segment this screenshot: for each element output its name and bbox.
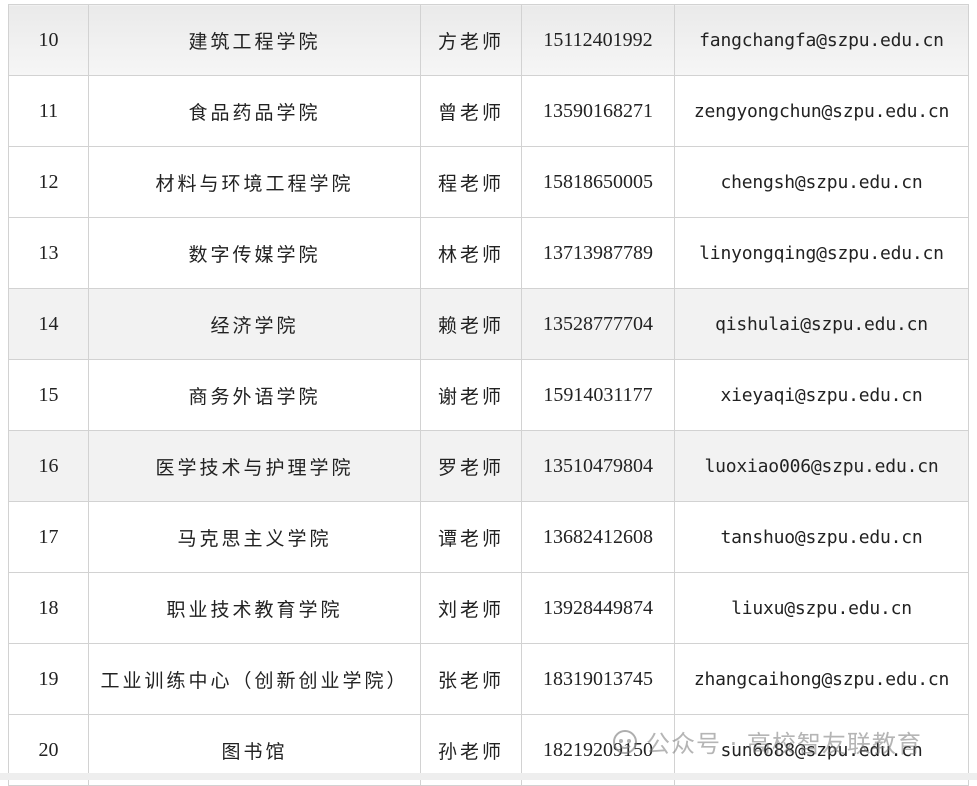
table-row: 19 工业训练中心（创新创业学院） 张老师 18319013745 zhangc…: [8, 643, 969, 715]
email-address: fangchangfa@szpu.edu.cn: [674, 4, 969, 76]
phone-number: 15914031177: [521, 359, 675, 431]
email-address: xieyaqi@szpu.edu.cn: [674, 359, 969, 431]
contact-person: 刘老师: [420, 572, 522, 644]
email-address: liuxu@szpu.edu.cn: [674, 572, 969, 644]
contact-person: 赖老师: [420, 288, 522, 360]
department-name: 职业技术教育学院: [88, 572, 421, 644]
department-name: 建筑工程学院: [88, 4, 421, 76]
department-name: 工业训练中心（创新创业学院）: [88, 643, 421, 715]
contact-table-container: 10 建筑工程学院 方老师 15112401992 fangchangfa@sz…: [8, 4, 969, 786]
table-row: 17 马克思主义学院 谭老师 13682412608 tanshuo@szpu.…: [8, 501, 969, 573]
contact-person: 方老师: [420, 4, 522, 76]
phone-number: 18319013745: [521, 643, 675, 715]
contact-person: 程老师: [420, 146, 522, 218]
phone-number: 13528777704: [521, 288, 675, 360]
row-number: 14: [8, 288, 89, 360]
contact-person: 曾老师: [420, 75, 522, 147]
contact-person: 谢老师: [420, 359, 522, 431]
contact-person: 谭老师: [420, 501, 522, 573]
row-number: 12: [8, 146, 89, 218]
email-address: chengsh@szpu.edu.cn: [674, 146, 969, 218]
email-address: qishulai@szpu.edu.cn: [674, 288, 969, 360]
phone-number: 13510479804: [521, 430, 675, 502]
email-address: linyongqing@szpu.edu.cn: [674, 217, 969, 289]
table-row: 11 食品药品学院 曾老师 13590168271 zengyongchun@s…: [8, 75, 969, 147]
phone-number: 13713987789: [521, 217, 675, 289]
row-number: 10: [8, 4, 89, 76]
contact-person: 林老师: [420, 217, 522, 289]
row-number: 15: [8, 359, 89, 431]
department-name: 数字传媒学院: [88, 217, 421, 289]
row-number: 17: [8, 501, 89, 573]
email-address: zengyongchun@szpu.edu.cn: [674, 75, 969, 147]
table-row: 10 建筑工程学院 方老师 15112401992 fangchangfa@sz…: [8, 4, 969, 76]
department-name: 医学技术与护理学院: [88, 430, 421, 502]
contact-table: 10 建筑工程学院 方老师 15112401992 fangchangfa@sz…: [8, 4, 969, 786]
phone-number: 13682412608: [521, 501, 675, 573]
row-number: 18: [8, 572, 89, 644]
phone-number: 15818650005: [521, 146, 675, 218]
table-row: 15 商务外语学院 谢老师 15914031177 xieyaqi@szpu.e…: [8, 359, 969, 431]
department-name: 经济学院: [88, 288, 421, 360]
table-row: 16 医学技术与护理学院 罗老师 13510479804 luoxiao006@…: [8, 430, 969, 502]
table-row: 18 职业技术教育学院 刘老师 13928449874 liuxu@szpu.e…: [8, 572, 969, 644]
table-row: 14 经济学院 赖老师 13528777704 qishulai@szpu.ed…: [8, 288, 969, 360]
table-row: 13 数字传媒学院 林老师 13713987789 linyongqing@sz…: [8, 217, 969, 289]
table-row: 12 材料与环境工程学院 程老师 15818650005 chengsh@szp…: [8, 146, 969, 218]
email-address: zhangcaihong@szpu.edu.cn: [674, 643, 969, 715]
contact-person: 罗老师: [420, 430, 522, 502]
row-number: 16: [8, 430, 89, 502]
department-name: 材料与环境工程学院: [88, 146, 421, 218]
department-name: 商务外语学院: [88, 359, 421, 431]
department-name: 马克思主义学院: [88, 501, 421, 573]
bottom-edge-strip: [0, 773, 977, 780]
contact-person: 张老师: [420, 643, 522, 715]
email-address: tanshuo@szpu.edu.cn: [674, 501, 969, 573]
row-number: 19: [8, 643, 89, 715]
phone-number: 13928449874: [521, 572, 675, 644]
row-number: 11: [8, 75, 89, 147]
phone-number: 13590168271: [521, 75, 675, 147]
row-number: 13: [8, 217, 89, 289]
department-name: 食品药品学院: [88, 75, 421, 147]
phone-number: 15112401992: [521, 4, 675, 76]
email-address: luoxiao006@szpu.edu.cn: [674, 430, 969, 502]
